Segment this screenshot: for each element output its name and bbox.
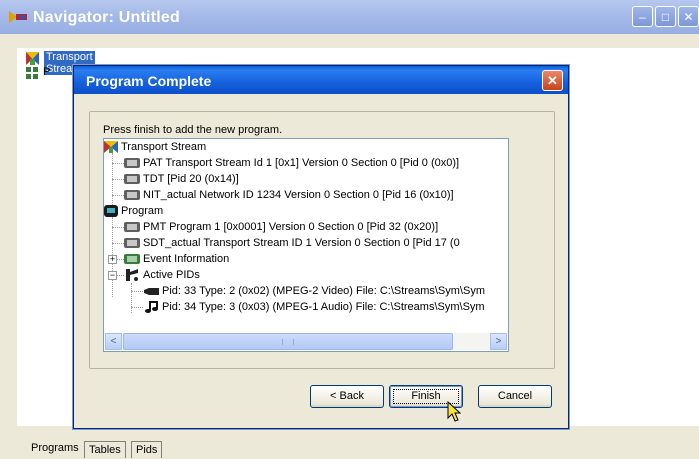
close-icon: ✕: [683, 10, 694, 24]
tree-item-nit[interactable]: NIT_actual Network ID 1234 Version 0 Sec…: [104, 187, 508, 203]
video-icon: [144, 288, 159, 295]
program-complete-dialog: Program Complete ✕ Press finish to add t…: [73, 65, 569, 429]
tree-item-pmt[interactable]: PMT Program 1 [0x0001] Version 0 Section…: [104, 219, 508, 235]
tree-item-label: Active PIDs: [143, 269, 200, 281]
table-icon: [124, 222, 140, 232]
tree-item-label: Program: [121, 205, 164, 217]
tree-item-label: PAT Transport Stream Id 1 [0x1] Version …: [143, 157, 460, 169]
grip-icon: [282, 339, 294, 345]
navigator-app-icon: [9, 11, 27, 23]
cancel-label: Cancel: [497, 390, 533, 402]
close-icon: ✕: [547, 73, 558, 88]
window-title: Navigator: Untitled: [33, 9, 180, 26]
mouse-cursor-icon: [447, 401, 461, 422]
tab-tables[interactable]: Tables: [84, 441, 126, 458]
maximize-button[interactable]: □: [655, 6, 676, 27]
transport-stream-icon: [104, 141, 118, 153]
music-note-icon: [145, 301, 158, 313]
dialog-titlebar: Program Complete ✕: [74, 66, 568, 94]
tree-item-label: PMT Program 1 [0x0001] Version 0 Section…: [143, 221, 439, 233]
tree-item-pat[interactable]: PAT Transport Stream Id 1 [0x1] Version …: [104, 155, 508, 171]
tree-item-label: Event Information: [143, 253, 230, 265]
tree-item-sdt[interactable]: SDT_actual Transport Stream ID 1 Version…: [104, 235, 508, 251]
tree-item-label: NIT_actual Network ID 1234 Version 0 Sec…: [143, 189, 454, 201]
chevron-right-icon: >: [495, 336, 502, 347]
tab-programs[interactable]: Programs: [27, 440, 83, 457]
transport-stream-icon: [26, 52, 39, 65]
program-group-icon: [26, 67, 38, 79]
expand-icon[interactable]: +: [108, 255, 117, 264]
table-icon: [124, 158, 140, 168]
table-icon: [124, 238, 140, 248]
tree-item-label: Pid: 34 Type: 3 (0x03) (MPEG-1 Audio) Fi…: [162, 301, 485, 313]
collapse-icon[interactable]: −: [108, 271, 117, 280]
tree-item-program[interactable]: P: [43, 66, 50, 78]
tree-item-transport-stream[interactable]: Transport Stream: [104, 139, 508, 155]
scroll-right-button[interactable]: >: [490, 333, 507, 350]
back-label: < Back: [330, 390, 364, 402]
table-icon: [124, 190, 140, 200]
dialog-close-button[interactable]: ✕: [542, 70, 563, 91]
close-button[interactable]: ✕: [678, 6, 699, 27]
tree-item-pid-34[interactable]: Pid: 34 Type: 3 (0x03) (MPEG-1 Audio) Fi…: [104, 299, 508, 315]
scroll-left-button[interactable]: <: [105, 333, 122, 350]
back-button[interactable]: < Back: [310, 385, 384, 408]
program-tree[interactable]: Transport Stream PAT Transport Stream Id…: [103, 138, 509, 352]
dialog-prompt: Press finish to add the new program.: [103, 124, 283, 136]
active-pids-icon: [126, 269, 138, 281]
tree-item-label: TDT [Pid 20 (0x14)]: [143, 173, 239, 185]
horizontal-scrollbar[interactable]: < >: [105, 333, 507, 350]
tab-pids[interactable]: Pids: [131, 441, 163, 458]
tree-item-tdt[interactable]: TDT [Pid 20 (0x14)]: [104, 171, 508, 187]
program-icon: [104, 205, 118, 217]
chevron-left-icon: <: [110, 336, 117, 347]
table-icon: [124, 254, 140, 264]
tree-item-pid-33[interactable]: Pid: 33 Type: 2 (0x02) (MPEG-2 Video) Fi…: [104, 283, 508, 299]
minimize-icon: –: [639, 10, 646, 24]
tree-item-program[interactable]: Program: [104, 203, 508, 219]
window-titlebar: Navigator: Untitled – □ ✕: [0, 0, 699, 34]
cancel-button[interactable]: Cancel: [478, 385, 552, 408]
dialog-title: Program Complete: [86, 73, 212, 89]
tree-item-label: SDT_actual Transport Stream ID 1 Version…: [143, 237, 460, 249]
scroll-thumb[interactable]: [123, 333, 453, 350]
tree-item-label: Pid: 33 Type: 2 (0x02) (MPEG-2 Video) Fi…: [162, 285, 485, 297]
table-icon: [124, 174, 140, 184]
tree-item-label: Transport Stream: [121, 141, 207, 153]
maximize-icon: □: [661, 10, 670, 24]
tree-item-event-information[interactable]: + Event Information: [104, 251, 508, 267]
minimize-button[interactable]: –: [632, 6, 653, 27]
tree-item-active-pids[interactable]: − Active PIDs: [104, 267, 508, 283]
